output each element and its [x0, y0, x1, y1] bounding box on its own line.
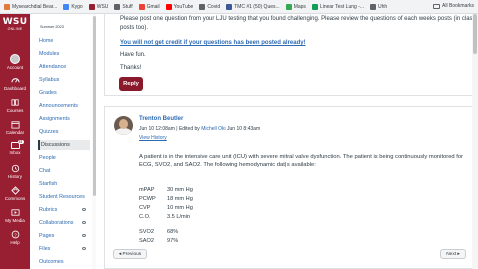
- next-button[interactable]: Next ▸: [440, 249, 466, 259]
- post-meta: Jun 10 12:08am | Edited by Michell Oki J…: [139, 126, 261, 132]
- value-row: mPAP 30 mm Hg: [139, 187, 193, 193]
- course-nav-syllabus[interactable]: Syllabus: [39, 75, 91, 85]
- bookmark-youtube[interactable]: YouTube: [165, 3, 193, 10]
- topic-text-line1: Please post one question from your LJU t…: [120, 16, 476, 22]
- nav-history[interactable]: History: [0, 164, 30, 179]
- course-nav-quizzes[interactable]: Quizzes: [39, 127, 91, 137]
- help-icon: ?: [11, 230, 19, 239]
- course-nav-scroll-thumb[interactable]: [93, 16, 96, 196]
- tmc-icon: [226, 3, 233, 10]
- course-nav-student-resources[interactable]: Student Resources: [39, 192, 91, 202]
- avatar-shirt: [115, 128, 132, 135]
- previous-button[interactable]: ◂ Previous: [113, 249, 147, 259]
- page-scroll-thumb[interactable]: [473, 14, 477, 54]
- bookmark-gmail[interactable]: Gmail: [138, 3, 160, 10]
- calendar-icon: [10, 121, 20, 129]
- editor-link[interactable]: Michell Oki: [201, 126, 225, 132]
- nav-dashboard[interactable]: Dashboard: [0, 76, 30, 91]
- value-row: C.O. 3.5 L/min: [139, 214, 191, 220]
- courses-icon: [10, 99, 19, 106]
- course-nav: Summer 2023 Home Modules Attendance Syll…: [30, 14, 94, 269]
- hidden-eye-icon: [82, 221, 86, 224]
- folder-icon: [433, 3, 441, 9]
- topic-post: Please post one question from your LJU t…: [104, 14, 478, 96]
- course-nav-home[interactable]: Home: [39, 36, 91, 46]
- course-nav-starfish[interactable]: Starfish: [39, 179, 91, 189]
- term-label: Summer 2023: [40, 25, 64, 29]
- bookmark-tmc[interactable]: TMC #1 (50) Ques...: [226, 3, 280, 10]
- nav-my-media[interactable]: My Media: [0, 208, 30, 223]
- doc-icon: [311, 3, 318, 10]
- bookmark-stuff[interactable]: Stuff: [114, 3, 133, 10]
- bookmarks-bar: Mysearchdial Bear... Kygo WSU Stuff Gmai…: [0, 0, 478, 14]
- folder-icon: [199, 3, 206, 10]
- value-row: SAO2 97%: [139, 238, 179, 244]
- hidden-eye-icon: [82, 247, 86, 250]
- bookmark-kygo[interactable]: Kygo: [63, 3, 83, 10]
- commons-icon: [10, 186, 20, 195]
- avatar[interactable]: [114, 116, 133, 135]
- course-nav-discussions[interactable]: Discussions: [38, 140, 90, 150]
- media-icon: [10, 209, 20, 216]
- topic-fun: Have fun.: [120, 52, 146, 58]
- discussion-entry: Trenton Beutler Jun 10 12:08am | Edited …: [104, 106, 478, 269]
- reply-button[interactable]: Reply: [119, 77, 143, 91]
- inbox-icon: 37: [10, 140, 24, 149]
- wsu-logo[interactable]: WSU ONLINE: [2, 17, 28, 31]
- folder-icon: [63, 3, 70, 10]
- hidden-eye-icon: [82, 234, 86, 237]
- author-name[interactable]: Trenton Beutler: [139, 116, 183, 122]
- history-icon: [11, 164, 19, 173]
- post-paragraph: A patient is in the intensive care unit …: [139, 154, 464, 168]
- course-nav-chat[interactable]: Chat: [39, 166, 91, 176]
- hidden-eye-icon: [82, 208, 86, 211]
- svg-text:?: ?: [14, 232, 17, 237]
- value-row: PCWP 18 mm Hg: [139, 196, 193, 202]
- gmail-icon: [138, 3, 145, 10]
- course-nav-outcomes[interactable]: Outcomes: [39, 257, 91, 267]
- nav-account[interactable]: Account: [0, 54, 30, 70]
- bookmark-wsu[interactable]: WSU: [88, 3, 108, 10]
- youtube-icon: [165, 3, 172, 10]
- all-bookmarks[interactable]: All Bookmarks: [429, 3, 474, 9]
- nav-courses[interactable]: Courses: [0, 98, 30, 113]
- folder-icon: [88, 3, 95, 10]
- course-nav-grades[interactable]: Grades: [39, 88, 91, 98]
- inbox-badge: 37: [17, 140, 24, 144]
- nav-help[interactable]: ? Help: [0, 230, 30, 245]
- discussion-content: Please post one question from your LJU t…: [104, 14, 478, 269]
- course-nav-people[interactable]: People: [39, 153, 91, 163]
- avatar-icon: [10, 54, 20, 64]
- credit-warning: You will not get credit if your question…: [120, 40, 306, 46]
- bookmark-covid[interactable]: Covid: [199, 3, 220, 10]
- dashboard-icon: [10, 78, 20, 83]
- nav-commons[interactable]: Commons: [0, 186, 30, 201]
- bookmark-mysearchdial[interactable]: Mysearchdial Bear...: [4, 3, 57, 10]
- global-nav: WSU ONLINE Account Dashboard Courses Cal…: [0, 14, 30, 269]
- value-row: SVO2 68%: [139, 229, 179, 235]
- course-nav-attendance[interactable]: Attendance: [39, 62, 91, 72]
- course-nav-modules[interactable]: Modules: [39, 49, 91, 59]
- bookmark-maps[interactable]: Maps: [285, 3, 306, 10]
- bookmark-linear-test[interactable]: Linear Test Lung -...: [311, 3, 364, 10]
- avatar-face: [119, 119, 128, 129]
- view-history-link[interactable]: View History: [139, 135, 167, 141]
- folder-icon: [370, 3, 377, 10]
- bookmark-uhh[interactable]: Uhh: [370, 3, 387, 10]
- mysearchdial-icon: [4, 3, 10, 10]
- value-row: CVP 10 mm Hg: [139, 205, 193, 211]
- maps-icon: [285, 3, 292, 10]
- nav-inbox[interactable]: 37 Inbox: [0, 140, 30, 155]
- topic-card: [104, 14, 478, 96]
- topic-thanks: Thanks!: [120, 65, 142, 71]
- nav-calendar[interactable]: Calendar: [0, 120, 30, 135]
- course-nav-assignments[interactable]: Assignments: [39, 114, 91, 124]
- topic-text-line2: posts too).: [120, 25, 149, 31]
- course-nav-announcements[interactable]: Announcements: [39, 101, 91, 111]
- folder-icon: [114, 3, 121, 10]
